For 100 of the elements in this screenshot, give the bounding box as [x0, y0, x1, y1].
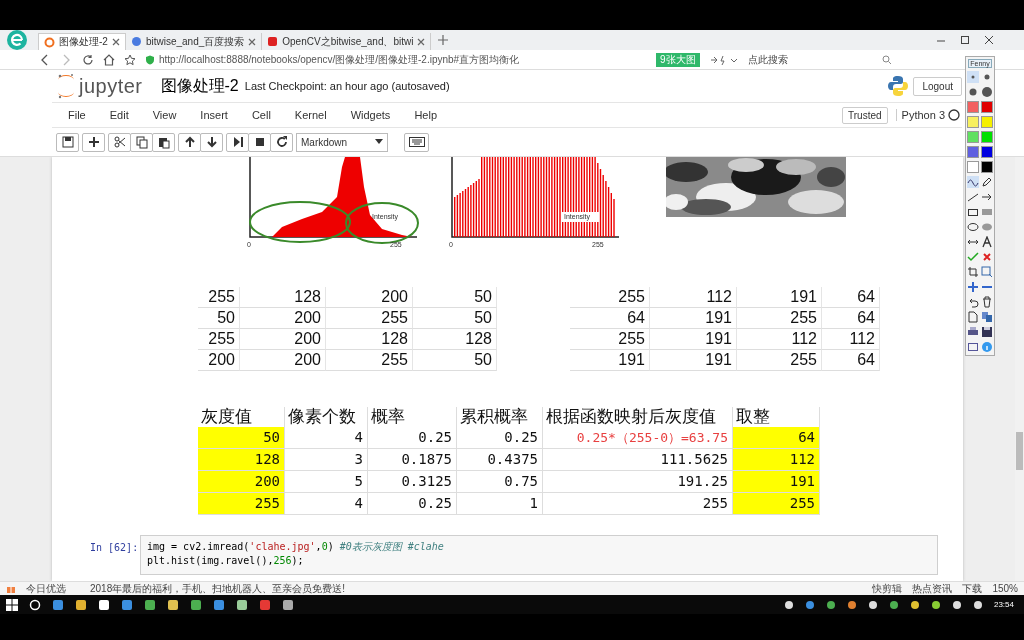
news-ticker[interactable]: 2018年最后的福利，手机、扫地机器人、至亲会员免费送! — [90, 581, 346, 596]
menu-item[interactable]: Insert — [200, 109, 228, 121]
trusted-button[interactable]: Trusted — [842, 106, 888, 124]
color-swatch[interactable] — [981, 161, 993, 173]
close-icon[interactable] — [417, 37, 426, 46]
menu-item[interactable]: Kernel — [294, 109, 327, 121]
checkmark-icon[interactable] — [967, 251, 979, 263]
arrow-icon[interactable] — [981, 191, 993, 203]
app-icon[interactable] — [190, 598, 202, 611]
tray-icon[interactable] — [846, 599, 857, 610]
app-icon[interactable] — [282, 598, 294, 611]
tray-icon[interactable] — [804, 599, 815, 610]
browser-tab[interactable]: 图像处理-2 — [38, 33, 126, 50]
status-item[interactable]: 快剪辑 — [872, 581, 903, 596]
copy-icon[interactable] — [981, 311, 993, 323]
close-icon[interactable] — [248, 37, 257, 46]
tray-icon[interactable] — [972, 599, 983, 610]
printer-icon[interactable] — [967, 326, 979, 338]
line-icon[interactable] — [967, 191, 979, 203]
arrow-down-button[interactable] — [200, 132, 223, 152]
refresh-icon[interactable] — [82, 53, 94, 66]
color-swatch[interactable] — [967, 131, 979, 143]
code-line: plt.hist(img.ravel(),256); — [147, 554, 305, 568]
app-icon[interactable] — [121, 598, 133, 611]
app-icon[interactable] — [52, 598, 64, 611]
paste-button[interactable] — [152, 132, 175, 152]
color-swatch[interactable] — [981, 131, 993, 143]
logout-button[interactable]: Logout — [913, 76, 962, 96]
zoom-level[interactable]: 150% — [992, 583, 1018, 594]
tray-icon[interactable] — [867, 599, 878, 610]
color-swatch[interactable] — [967, 161, 979, 173]
plus-button[interactable] — [82, 132, 105, 152]
app-icon[interactable] — [98, 598, 110, 611]
crop-icon[interactable] — [967, 266, 979, 278]
status-item[interactable]: 下载 — [962, 581, 983, 596]
color-swatch[interactable] — [981, 146, 993, 158]
color-swatch[interactable] — [981, 101, 993, 113]
search-icon[interactable] — [29, 598, 41, 611]
close-icon[interactable] — [111, 38, 120, 46]
tray-icon[interactable] — [825, 599, 836, 610]
large-dot-icon[interactable] — [981, 86, 993, 98]
menu-item[interactable]: File — [68, 109, 86, 121]
code-editor[interactable]: img = cv2.imread('clahe.jpg',0) #0表示灰度图 #clahe plt.hist(img.ravel(),256); — [140, 535, 938, 575]
app-icon[interactable] — [144, 598, 156, 611]
home-icon[interactable] — [103, 53, 115, 66]
tray-icon[interactable] — [951, 599, 962, 610]
color-swatch[interactable] — [981, 116, 993, 128]
clock[interactable]: 23:54 — [993, 600, 1014, 609]
undo-icon[interactable] — [967, 296, 979, 308]
close-icon[interactable] — [981, 251, 993, 263]
step-forward-button[interactable] — [226, 132, 249, 152]
app-icon[interactable] — [213, 598, 225, 611]
windows-icon[interactable] — [6, 598, 18, 611]
rectangle-icon[interactable] — [967, 206, 979, 218]
floppy-icon[interactable] — [981, 326, 993, 338]
text-tool-icon[interactable] — [981, 236, 993, 248]
menu-item[interactable]: Help — [414, 109, 437, 121]
trash-icon[interactable] — [981, 296, 993, 308]
add-icon[interactable] — [967, 281, 979, 293]
page-icon[interactable] — [967, 311, 979, 323]
ellipse-icon[interactable] — [967, 221, 979, 233]
browser-logo-icon[interactable] — [6, 29, 28, 51]
stop-button[interactable] — [248, 132, 271, 152]
arrow-up-button[interactable] — [178, 132, 201, 152]
color-swatch[interactable] — [967, 146, 979, 158]
status-text[interactable]: 今日优选 — [26, 581, 66, 596]
cell-type-dropdown[interactable]: Markdown — [296, 132, 388, 152]
tray-icon[interactable] — [930, 599, 941, 610]
star-icon[interactable] — [124, 53, 136, 66]
table-cell: 128 — [413, 329, 497, 350]
save-button[interactable] — [56, 132, 79, 152]
close-icon[interactable] — [984, 35, 994, 45]
menu-item[interactable]: Edit — [109, 109, 129, 121]
copy-button[interactable] — [130, 132, 153, 152]
notebook-title[interactable]: 图像处理-2 — [160, 75, 239, 97]
tray-icon[interactable] — [909, 599, 920, 610]
scissors-button[interactable] — [108, 132, 131, 152]
pencil-icon[interactable] — [981, 176, 993, 188]
window-icon[interactable] — [967, 341, 979, 353]
app-icon[interactable] — [75, 598, 87, 611]
app-icon[interactable] — [167, 598, 179, 611]
menu-item[interactable]: View — [152, 109, 177, 121]
freehand-icon[interactable] — [967, 176, 979, 188]
color-swatch[interactable] — [967, 101, 979, 113]
address-field[interactable]: http://localhost:8888/notebooks/opencv/图像处理/图像处理-2.ipynb#直方图均衡化 — [145, 52, 645, 67]
restart-button[interactable] — [270, 132, 293, 152]
new-tab-icon[interactable] — [437, 34, 450, 46]
menu-item[interactable]: Widgets — [350, 109, 391, 121]
tray-icon[interactable] — [888, 599, 899, 610]
keyboard-button[interactable] — [404, 132, 429, 152]
maximize-icon[interactable] — [960, 35, 970, 45]
color-swatch[interactable] — [967, 116, 979, 128]
dot-icon[interactable] — [967, 86, 979, 98]
zoom-icon[interactable] — [981, 266, 993, 278]
scrollbar-thumb[interactable] — [1016, 432, 1023, 470]
status-item[interactable]: 热点资讯 — [912, 581, 953, 596]
arrow-down-icon — [204, 135, 219, 149]
tray-icon[interactable] — [783, 599, 794, 610]
app-icon[interactable] — [236, 598, 248, 611]
menu-item[interactable]: Cell — [251, 109, 271, 121]
